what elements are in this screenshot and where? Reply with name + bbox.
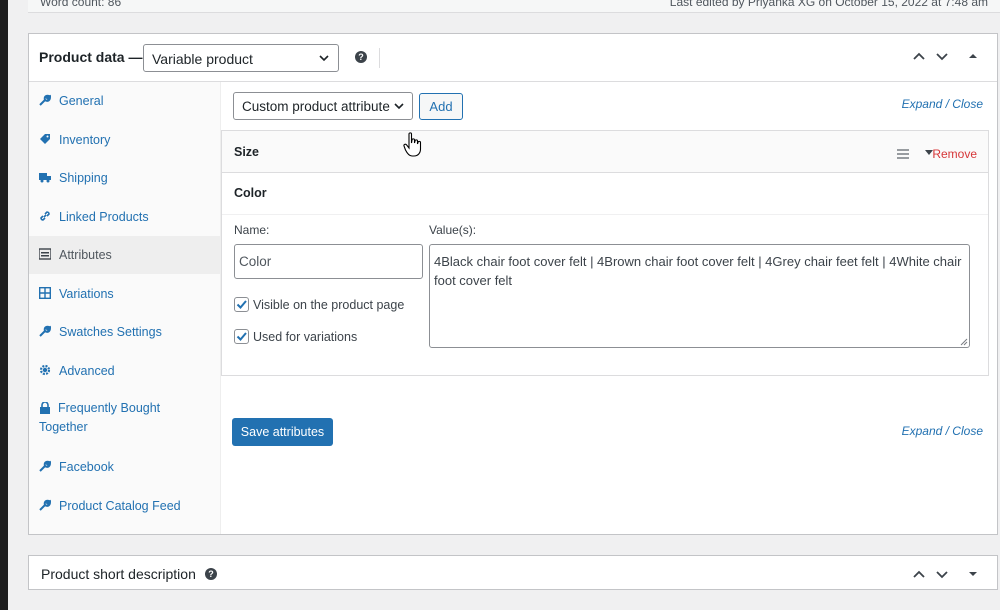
attribute-name-input[interactable]: Color — [234, 244, 423, 279]
sidebar-item-label: Inventory — [59, 132, 111, 147]
visible-on-page-label: Visible on the product page — [253, 298, 405, 312]
checkmark-icon — [236, 300, 247, 309]
product-data-panel: Product data — Variable product ? Genera… — [28, 33, 998, 535]
editor-status-bar: Word count: 86 Last edited by Priyanka X… — [28, 0, 1000, 13]
move-down-icon[interactable] — [934, 48, 950, 64]
sidebar-item-attributes[interactable]: Attributes — [29, 236, 221, 274]
checkmark-icon — [236, 332, 247, 341]
attributes-panel: Custom product attribute Add Expand / Cl… — [221, 82, 997, 534]
attribute-row-size[interactable]: Size Remove — [221, 130, 989, 173]
expand-close-link[interactable]: Expand / Close — [902, 97, 983, 111]
move-down-icon[interactable] — [934, 566, 950, 582]
attribute-title: Color — [234, 186, 267, 200]
product-type-value: Variable product — [152, 51, 253, 67]
save-attributes-button[interactable]: Save attributes — [232, 418, 333, 446]
word-count: Word count: 86 — [40, 0, 122, 9]
help-icon[interactable]: ? — [355, 51, 367, 63]
product-short-description-panel: Product short description ? — [28, 555, 998, 590]
sidebar-item-swatches-settings[interactable]: Swatches Settings — [29, 313, 221, 351]
sidebar-item-advanced[interactable]: Advanced — [29, 352, 221, 390]
sidebar-item-label: Product Catalog Feed — [59, 498, 181, 513]
product-type-select[interactable]: Variable product — [143, 44, 339, 72]
grid-icon — [39, 286, 51, 299]
attribute-values-textarea[interactable]: 4Black chair foot cover felt | 4Brown ch… — [429, 244, 970, 348]
remove-attribute-link[interactable]: Remove — [932, 147, 977, 161]
sidebar-item-label: Swatches Settings — [59, 325, 162, 339]
sidebar-item-label: Shipping — [59, 171, 108, 185]
sidebar-item-label: Linked Products — [59, 209, 149, 224]
sidebar-item-facebook[interactable]: Facebook — [29, 448, 221, 486]
add-attribute-button[interactable]: Add — [419, 93, 463, 120]
sidebar-item-general[interactable]: General — [29, 82, 221, 120]
sidebar-item-linked-products[interactable]: Linked Products — [29, 198, 221, 236]
name-label: Name: — [234, 223, 270, 237]
product-data-tabs: General Inventory Shipping Linked Produc… — [29, 82, 221, 534]
help-icon[interactable]: ? — [205, 568, 217, 580]
attribute-type-select[interactable]: Custom product attribute — [233, 92, 413, 120]
visible-on-page-checkbox[interactable] — [234, 297, 249, 312]
sidebar-item-label: Attributes — [59, 248, 112, 262]
link-icon — [40, 210, 50, 221]
attribute-row-header[interactable]: Color — [222, 173, 988, 215]
product-data-header: Product data — Variable product ? — [29, 34, 997, 82]
sidebar-item-label: Advanced — [59, 363, 115, 378]
used-for-variations-checkbox[interactable] — [234, 329, 249, 344]
sidebar-item-frequently-bought-together[interactable]: Frequently Bought Together — [29, 390, 221, 448]
move-up-icon[interactable] — [911, 48, 927, 64]
sidebar-item-variations[interactable]: Variations — [29, 275, 221, 313]
sidebar-item-label: Facebook — [59, 460, 114, 474]
sidebar-item-label: Frequently Bought Together — [39, 401, 161, 434]
divider — [379, 48, 380, 68]
hand-cursor-icon — [403, 132, 422, 157]
last-edited: Last edited by Priyanka XG on October 15… — [669, 0, 988, 9]
sidebar-item-inventory[interactable]: Inventory — [29, 121, 221, 159]
sidebar-item-product-catalog-feed[interactable]: Product Catalog Feed — [29, 487, 221, 525]
chevron-down-icon — [319, 55, 329, 62]
list-icon — [39, 248, 51, 260]
gear-icon — [39, 364, 51, 375]
sidebar-item-shipping[interactable]: Shipping — [29, 159, 221, 197]
drag-handle-icon[interactable] — [897, 149, 909, 159]
expand-close-link[interactable]: Expand / Close — [902, 424, 983, 438]
attribute-title: Size — [234, 145, 260, 159]
wrench-icon — [39, 94, 51, 106]
short-description-title: Product short description — [41, 566, 196, 582]
toggle-panel-icon[interactable] — [967, 48, 979, 64]
sidebar-item-label: Variations — [59, 286, 114, 301]
toggle-panel-icon[interactable] — [967, 566, 979, 582]
chevron-down-icon — [394, 103, 404, 110]
truck-icon — [39, 173, 51, 183]
sidebar-item-label: General — [59, 94, 104, 108]
wrench-icon — [39, 325, 51, 337]
product-data-title: Product data — — [39, 49, 143, 65]
wrench-icon — [39, 499, 51, 511]
wrench-icon — [39, 460, 51, 472]
used-for-variations-label: Used for variations — [253, 330, 358, 344]
attribute-row-color: Color Name: Color Value(s): 4Black chair… — [221, 173, 989, 376]
values-label: Value(s): — [429, 223, 477, 237]
tag-icon — [40, 133, 50, 144]
attribute-type-value: Custom product attribute — [242, 99, 390, 114]
resize-handle-icon[interactable] — [959, 337, 968, 346]
move-up-icon[interactable] — [911, 566, 927, 582]
page: Word count: 86 Last edited by Priyanka X… — [8, 0, 1000, 610]
